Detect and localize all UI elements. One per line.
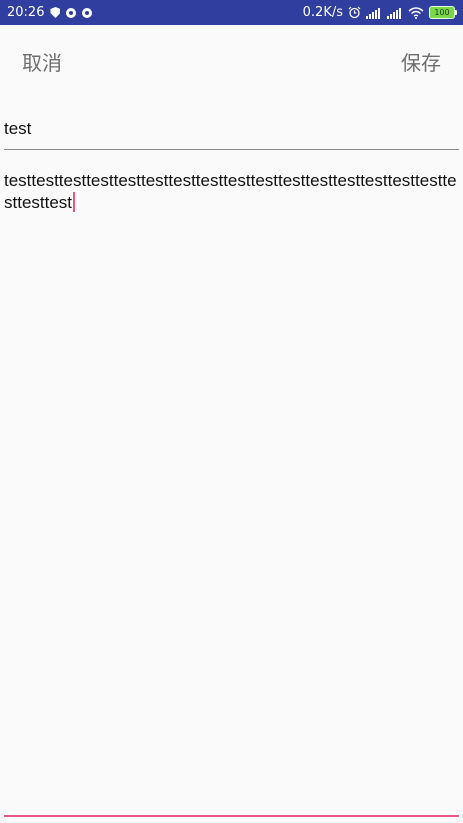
cancel-button[interactable]: 取消 xyxy=(22,50,62,76)
record-icon xyxy=(82,7,93,18)
status-bar-left: 20:26 xyxy=(7,0,93,25)
alarm-icon xyxy=(348,6,361,19)
status-bar-right: 0.2K/s 100 xyxy=(303,0,457,25)
signal-icon xyxy=(366,7,380,19)
network-speed: 0.2K/s xyxy=(302,5,343,20)
title-input-value: test xyxy=(4,119,32,138)
status-bar: 20:26 0.2K/s 100 xyxy=(0,0,463,25)
title-input[interactable]: test xyxy=(4,115,459,150)
wifi-icon xyxy=(408,6,424,19)
save-button[interactable]: 保存 xyxy=(401,50,441,76)
signal-icon xyxy=(387,7,401,19)
record-icon xyxy=(66,7,77,18)
shield-icon xyxy=(50,7,61,18)
battery-level: 100 xyxy=(429,6,455,19)
toolbar: 取消 保存 xyxy=(0,25,463,101)
battery-icon: 100 xyxy=(429,6,457,19)
clock: 20:26 xyxy=(7,5,45,20)
body-input-value: testtesttesttesttesttesttesttesttesttest… xyxy=(4,171,457,212)
text-cursor xyxy=(73,192,76,212)
body-input-text: testtesttesttesttesttesttesttesttesttest… xyxy=(4,169,459,214)
body-input[interactable]: testtesttesttesttesttesttesttesttesttest… xyxy=(4,169,459,817)
battery-tip xyxy=(455,10,457,15)
